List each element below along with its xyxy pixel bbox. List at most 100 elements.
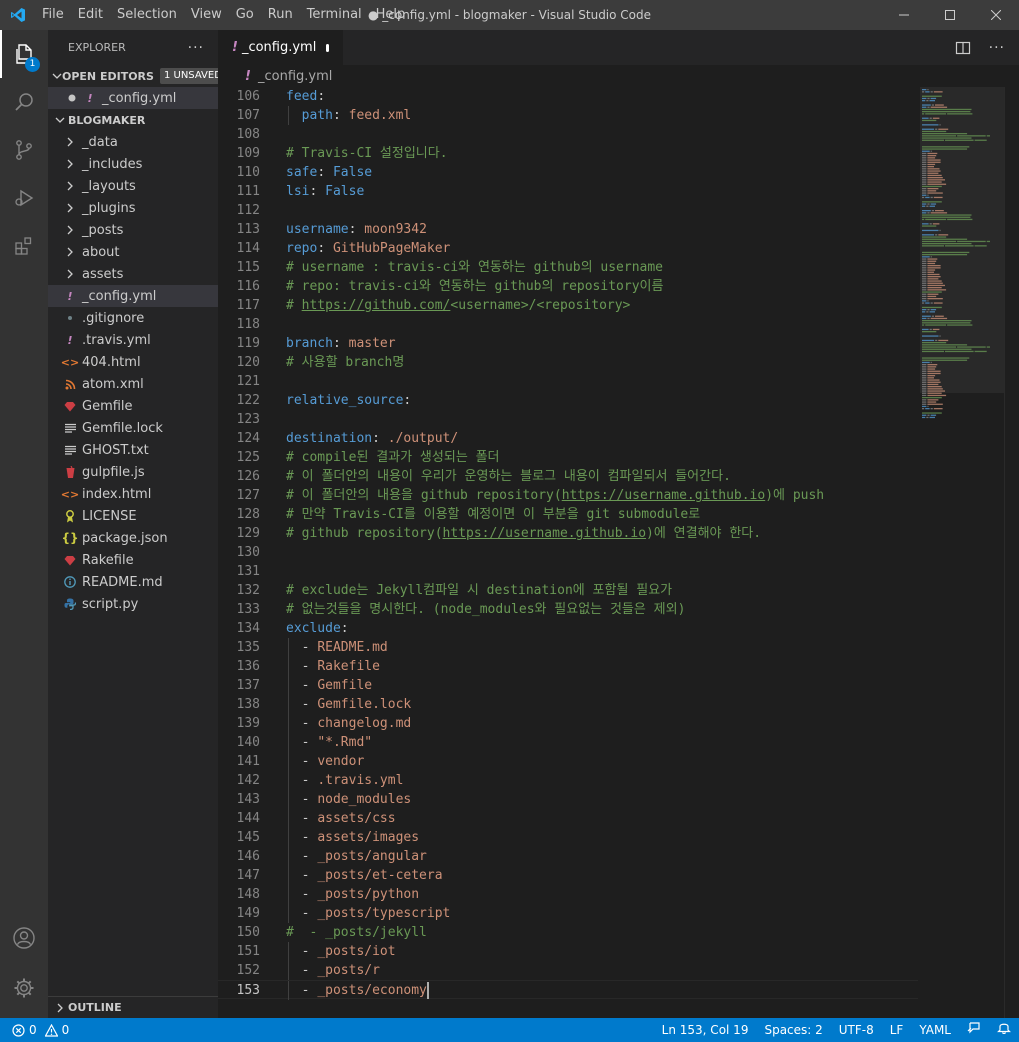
code-line[interactable]: 114 repo: GitHubPageMaker	[218, 239, 918, 258]
code-line[interactable]: 118	[218, 315, 918, 334]
open-editors-header[interactable]: OPEN EDITORS 1 UNSAVED	[48, 65, 226, 87]
code-line[interactable]: 141 - vendor	[218, 752, 918, 771]
code-line[interactable]: 115 # username : travis-ci와 연동하는 github의 …	[218, 258, 918, 277]
code-line[interactable]: 110 safe: False	[218, 163, 918, 182]
language-mode[interactable]: YAML	[911, 1018, 959, 1042]
code-line[interactable]: 125 # compile된 결과가 생성되는 폴더	[218, 448, 918, 467]
file-item[interactable]: Rakefile	[48, 549, 218, 571]
breadcrumb-file[interactable]: _config.yml	[258, 69, 332, 84]
file-item[interactable]: {} package.json	[48, 527, 218, 549]
folder-item[interactable]: _includes	[48, 153, 218, 175]
code-line[interactable]: 143 - node_modules	[218, 790, 918, 809]
code-line[interactable]: 144 - assets/css	[218, 809, 918, 828]
menu-view[interactable]: View	[184, 0, 229, 30]
folder-item[interactable]: _plugins	[48, 197, 218, 219]
problems-indicator[interactable]: 0 0	[0, 1023, 69, 1037]
folder-item[interactable]: about	[48, 241, 218, 263]
minimap[interactable]	[920, 87, 1004, 427]
menu-go[interactable]: Go	[229, 0, 261, 30]
feedback-button[interactable]	[959, 1018, 989, 1042]
code-line[interactable]: 139 - changelog.md	[218, 714, 918, 733]
menu-run[interactable]: Run	[261, 0, 300, 30]
code-line[interactable]: 153 - _posts/economy	[218, 980, 918, 1000]
code-line[interactable]: 152 - _posts/r	[218, 961, 918, 980]
folder-item[interactable]: _posts	[48, 219, 218, 241]
code-line[interactable]: 117 # https://github.com/<username>/<repo…	[218, 296, 918, 315]
end-of-line[interactable]: LF	[882, 1018, 912, 1042]
code-line[interactable]: 134 exclude:	[218, 619, 918, 638]
file-item[interactable]: ! .travis.yml	[48, 329, 218, 351]
code-editor[interactable]: 106 feed: 107 path: feed.xml 108 109 # Travis…	[218, 87, 918, 1018]
outline-header[interactable]: OUTLINE	[48, 996, 218, 1018]
code-line[interactable]: 133 # 없는것들을 명시한다. (node_modules와 필요없는 것들은…	[218, 600, 918, 619]
tab-config-yml[interactable]: ! _config.yml	[218, 30, 343, 65]
code-line[interactable]: 107 path: feed.xml	[218, 106, 918, 125]
vertical-scrollbar[interactable]	[1004, 87, 1018, 1018]
file-item[interactable]: .gitignore	[48, 307, 218, 329]
folder-item[interactable]: _data	[48, 131, 218, 153]
code-line[interactable]: 123	[218, 410, 918, 429]
activity-explorer[interactable]: 1	[0, 30, 48, 78]
code-line[interactable]: 150 # - _posts/jekyll	[218, 923, 918, 942]
code-line[interactable]: 147 - _posts/et-cetera	[218, 866, 918, 885]
code-line[interactable]: 145 - assets/images	[218, 828, 918, 847]
menu-selection[interactable]: Selection	[110, 0, 184, 30]
code-line[interactable]: 149 - _posts/typescript	[218, 904, 918, 923]
code-line[interactable]: 136 - Rakefile	[218, 657, 918, 676]
code-line[interactable]: 116 # repo: travis-ci와 연동하는 github의 repos…	[218, 277, 918, 296]
code-line[interactable]: 121	[218, 372, 918, 391]
encoding[interactable]: UTF-8	[831, 1018, 882, 1042]
code-line[interactable]: 132 # exclude는 Jekyll컴파일 시 destination에 포…	[218, 581, 918, 600]
code-line[interactable]: 111 lsi: False	[218, 182, 918, 201]
code-line[interactable]: 137 - Gemfile	[218, 676, 918, 695]
code-line[interactable]: 126 # 이 폴더안의 내용이 우리가 운영하는 블로그 내용이 컴파일되서 들…	[218, 467, 918, 486]
project-header[interactable]: BLOGMAKER	[48, 109, 218, 131]
code-line[interactable]: 124 destination: ./output/	[218, 429, 918, 448]
code-line[interactable]: 127 # 이 폴더안의 내용을 github repository(https:…	[218, 486, 918, 505]
file-item[interactable]: script.py	[48, 593, 218, 615]
code-line[interactable]: 131	[218, 562, 918, 581]
code-line[interactable]: 120 # 사용할 branch명	[218, 353, 918, 372]
code-line[interactable]: 146 - _posts/angular	[218, 847, 918, 866]
code-line[interactable]: 113 username: moon9342	[218, 220, 918, 239]
code-line[interactable]: 140 - "*.Rmd"	[218, 733, 918, 752]
code-line[interactable]: 151 - _posts/iot	[218, 942, 918, 961]
activity-search[interactable]	[0, 78, 48, 126]
file-item[interactable]: Gemfile	[48, 395, 218, 417]
code-line[interactable]: 108	[218, 125, 918, 144]
cursor-position[interactable]: Ln 153, Col 19	[654, 1018, 757, 1042]
activity-accounts[interactable]	[0, 914, 48, 962]
code-line[interactable]: 130	[218, 543, 918, 562]
activity-run-debug[interactable]	[0, 174, 48, 222]
activity-manage[interactable]	[0, 964, 48, 1012]
menu-terminal[interactable]: Terminal	[300, 0, 369, 30]
code-line[interactable]: 122 relative_source:	[218, 391, 918, 410]
more-actions-icon[interactable]: ···	[188, 40, 204, 56]
file-item[interactable]: gulpfile.js	[48, 461, 218, 483]
file-item[interactable]: <> index.html	[48, 483, 218, 505]
code-line[interactable]: 128 # 만약 Travis-CI를 이용할 예정이면 이 부분을 git su…	[218, 505, 918, 524]
file-item[interactable]: ! _config.yml	[48, 285, 218, 307]
more-actions-icon[interactable]: ···	[989, 40, 1005, 56]
unsaved-dot-icon[interactable]	[326, 43, 329, 52]
file-item[interactable]: LICENSE	[48, 505, 218, 527]
folder-item[interactable]: assets	[48, 263, 218, 285]
split-editor-icon[interactable]	[955, 40, 971, 56]
close-button[interactable]	[973, 0, 1019, 30]
folder-item[interactable]: _layouts	[48, 175, 218, 197]
code-line[interactable]: 109 # Travis-CI 설정입니다.	[218, 144, 918, 163]
code-line[interactable]: 106 feed:	[218, 87, 918, 106]
code-line[interactable]: 129 # github repository(https://username.…	[218, 524, 918, 543]
code-line[interactable]: 142 - .travis.yml	[218, 771, 918, 790]
code-line[interactable]: 135 - README.md	[218, 638, 918, 657]
minimize-button[interactable]	[881, 0, 927, 30]
indentation[interactable]: Spaces: 2	[756, 1018, 830, 1042]
menu-help[interactable]: Help	[369, 0, 413, 30]
code-line[interactable]: 112	[218, 201, 918, 220]
file-item[interactable]: GHOST.txt	[48, 439, 218, 461]
code-line[interactable]: 138 - Gemfile.lock	[218, 695, 918, 714]
maximize-button[interactable]	[927, 0, 973, 30]
notifications-button[interactable]	[989, 1018, 1019, 1042]
open-editor-item[interactable]: ! _config.yml	[48, 87, 218, 109]
menu-file[interactable]: File	[35, 0, 71, 30]
